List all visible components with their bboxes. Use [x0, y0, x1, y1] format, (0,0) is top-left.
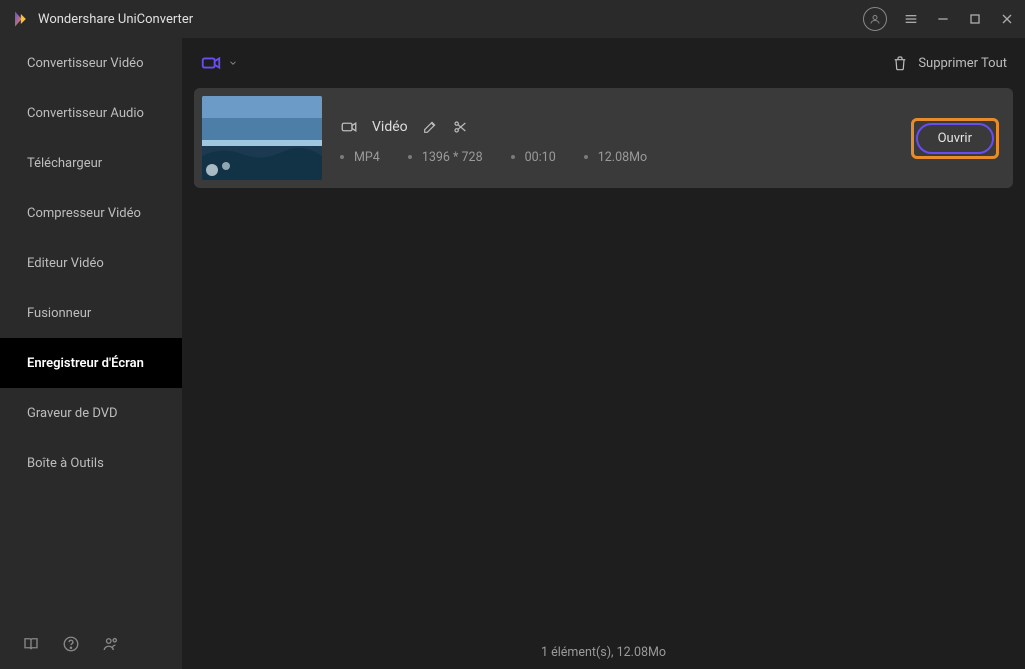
menu-icon[interactable] [903, 11, 919, 27]
sidebar-item-label: Graveur de DVD [27, 406, 118, 421]
tutorial-icon[interactable] [22, 635, 40, 653]
file-format: MP4 [340, 150, 380, 165]
cut-icon[interactable] [452, 119, 468, 135]
feedback-icon[interactable] [102, 635, 120, 653]
file-card: Vidéo MP4 1396 * 728 00:10 12.08Mo [194, 88, 1013, 188]
sidebar-item-video-compressor[interactable]: Compresseur Vidéo [0, 188, 182, 238]
sidebar-item-label: Boîte à Outils [27, 456, 104, 471]
close-button[interactable] [999, 11, 1015, 27]
sidebar-item-label: Téléchargeur [27, 156, 102, 171]
sidebar-item-label: Convertisseur Vidéo [27, 56, 144, 71]
statusbar: 1 élément(s), 12.08Mo [182, 635, 1025, 669]
edit-icon[interactable] [422, 119, 438, 135]
record-mode-dropdown[interactable] [200, 52, 238, 74]
sidebar-item-label: Convertisseur Audio [27, 106, 144, 121]
main: Supprimer Tout [182, 38, 1025, 669]
sidebar-item-merger[interactable]: Fusionneur [0, 288, 182, 338]
sidebar-item-label: Editeur Vidéo [27, 256, 104, 271]
sidebar-bottom [0, 619, 182, 669]
content: Vidéo MP4 1396 * 728 00:10 12.08Mo [182, 88, 1025, 635]
sidebar: Convertisseur Vidéo Convertisseur Audio … [0, 38, 182, 669]
sidebar-item-dvd-burner[interactable]: Graveur de DVD [0, 388, 182, 438]
sidebar-item-label: Fusionneur [27, 306, 91, 321]
file-header: Vidéo [340, 118, 893, 136]
file-type-label: Vidéo [372, 119, 408, 135]
video-icon [340, 118, 358, 136]
minimize-button[interactable] [935, 11, 951, 27]
file-duration: 00:10 [511, 150, 556, 165]
sidebar-item-video-editor[interactable]: Editeur Vidéo [0, 238, 182, 288]
file-info: Vidéo MP4 1396 * 728 00:10 12.08Mo [340, 112, 893, 165]
sidebar-item-label: Compresseur Vidéo [27, 206, 141, 221]
account-icon[interactable] [863, 7, 887, 31]
chevron-down-icon [228, 58, 238, 68]
titlebar-right [863, 7, 1015, 31]
trash-icon [892, 55, 908, 71]
sidebar-item-screen-recorder[interactable]: Enregistreur d'Écran [0, 338, 182, 388]
delete-all-label: Supprimer Tout [918, 56, 1007, 71]
app-title: Wondershare UniConverter [38, 12, 193, 27]
status-text: 1 élément(s), 12.08Mo [541, 645, 666, 660]
delete-all-button[interactable]: Supprimer Tout [892, 55, 1007, 71]
open-button[interactable]: Ouvrir [916, 123, 994, 154]
sidebar-item-downloader[interactable]: Téléchargeur [0, 138, 182, 188]
file-meta: MP4 1396 * 728 00:10 12.08Mo [340, 150, 893, 165]
file-thumbnail[interactable] [202, 96, 322, 180]
toolbar: Supprimer Tout [182, 38, 1025, 88]
titlebar-left: Wondershare UniConverter [10, 9, 193, 29]
sidebar-item-toolbox[interactable]: Boîte à Outils [0, 438, 182, 488]
file-size: 12.08Mo [584, 150, 647, 165]
sidebar-item-label: Enregistreur d'Écran [27, 356, 144, 371]
maximize-button[interactable] [967, 11, 983, 27]
app-logo-icon [10, 9, 30, 29]
sidebar-item-audio-converter[interactable]: Convertisseur Audio [0, 88, 182, 138]
file-resolution: 1396 * 728 [408, 150, 483, 165]
sidebar-item-video-converter[interactable]: Convertisseur Vidéo [0, 38, 182, 88]
titlebar: Wondershare UniConverter [0, 0, 1025, 38]
help-icon[interactable] [62, 635, 80, 653]
open-button-highlight: Ouvrir [911, 118, 999, 159]
sidebar-nav: Convertisseur Vidéo Convertisseur Audio … [0, 38, 182, 619]
